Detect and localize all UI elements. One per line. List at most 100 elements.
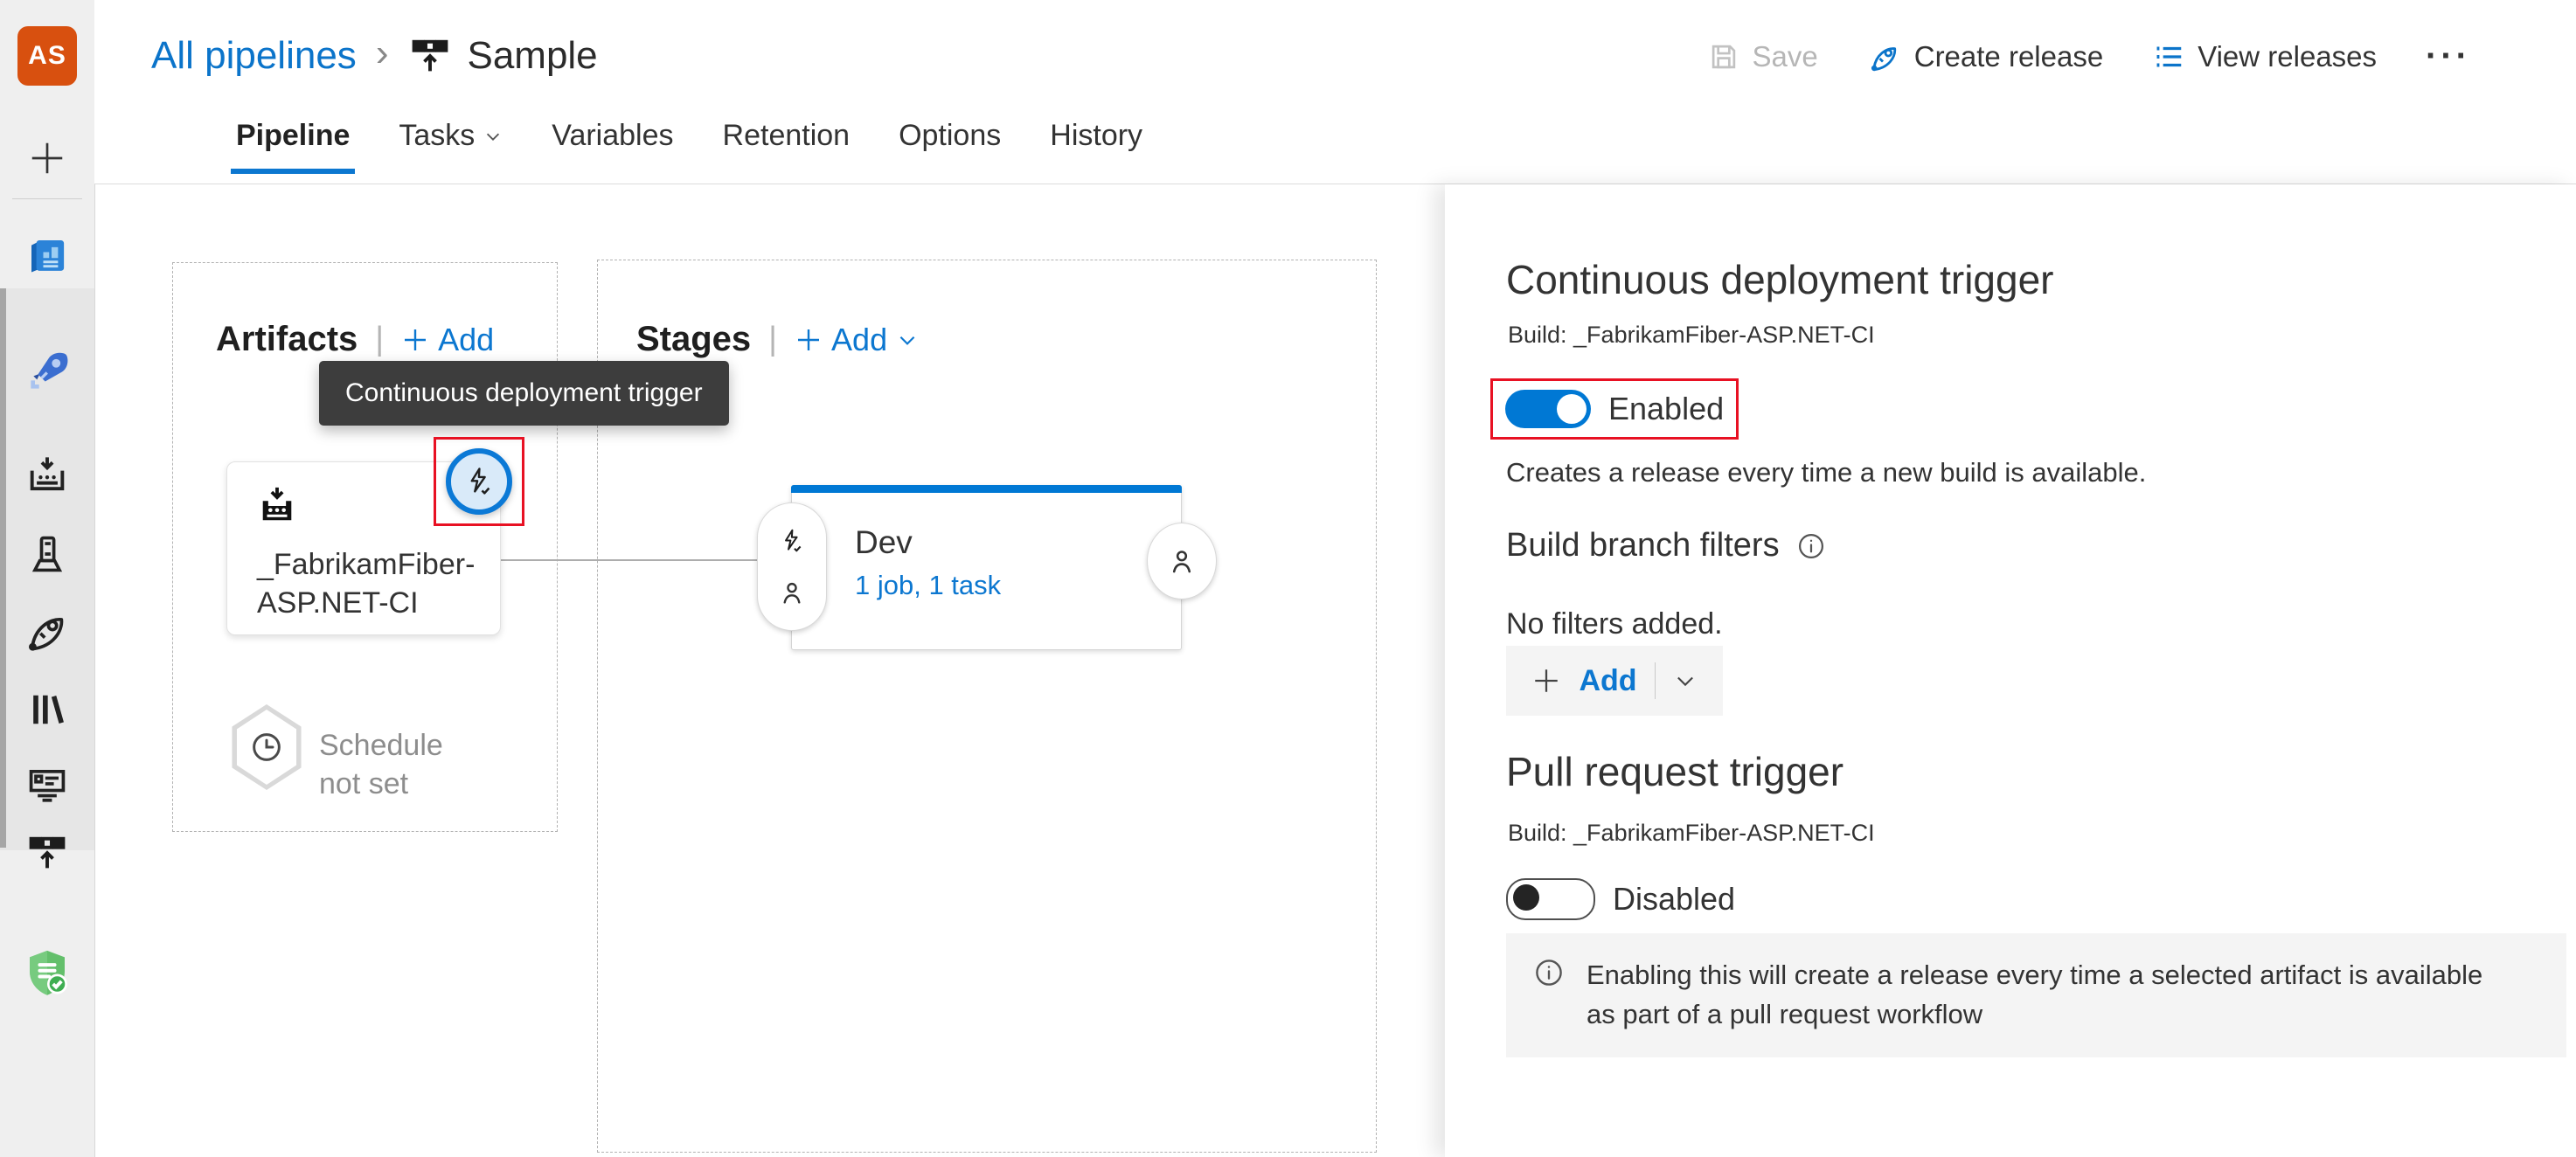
plus-icon bbox=[27, 138, 67, 178]
page-header: All pipelines › Sample Save Create relea… bbox=[94, 0, 2576, 184]
create-release-label: Create release bbox=[1913, 39, 2104, 73]
builds-icon bbox=[24, 453, 70, 498]
left-nav-rail: AS bbox=[0, 0, 95, 1157]
add-stage-button[interactable]: Add bbox=[795, 322, 919, 358]
pr-trigger-info-box: Enabling this will create a release ever… bbox=[1506, 933, 2566, 1057]
cd-trigger-highlight bbox=[434, 437, 524, 526]
tab-bar: Pipeline Tasks Variables Retention Optio… bbox=[230, 119, 1142, 174]
trigger-settings-panel: Continuous deployment trigger Build: _Fa… bbox=[1445, 184, 2576, 1157]
sidebar-item-task-groups[interactable] bbox=[0, 762, 94, 807]
pr-trigger-build: Build: _FabrikamFiber-ASP.NET-CI bbox=[1508, 820, 1875, 846]
chevron-down-icon bbox=[896, 329, 919, 351]
release-pipeline-editor: AS All pipelines › Sample Save Create re… bbox=[0, 0, 2576, 1157]
tab-history[interactable]: History bbox=[1050, 119, 1142, 174]
cd-toggle-highlight: Enabled bbox=[1490, 378, 1739, 440]
create-release-button[interactable]: Create release bbox=[1867, 39, 2103, 74]
toggle-knob bbox=[1557, 394, 1587, 424]
person-icon bbox=[778, 578, 806, 606]
cd-trigger-build: Build: _FabrikamFiber-ASP.NET-CI bbox=[1508, 322, 1875, 348]
info-icon[interactable] bbox=[1795, 530, 1827, 562]
pr-trigger-info-text: Enabling this will create a release ever… bbox=[1587, 960, 2483, 1029]
pipelines-rocket-icon bbox=[23, 348, 72, 397]
breadcrumb-separator: › bbox=[375, 31, 389, 74]
save-label: Save bbox=[1752, 39, 1818, 73]
toggle-knob bbox=[1513, 884, 1539, 911]
artifacts-title: Artifacts bbox=[216, 320, 358, 358]
artifacts-header: Artifacts | Add bbox=[216, 320, 494, 359]
sidebar-item-deployment-pools[interactable] bbox=[0, 531, 94, 577]
tab-pipeline[interactable]: Pipeline bbox=[230, 119, 356, 174]
schedule-label: Schedule not set bbox=[319, 729, 443, 801]
save-icon bbox=[1707, 40, 1740, 73]
clock-icon bbox=[248, 729, 285, 766]
stage-jobs-link[interactable]: 1 job, 1 task bbox=[855, 570, 1001, 601]
cd-trigger-toggle[interactable] bbox=[1505, 390, 1591, 428]
add-artifact-button[interactable]: Add bbox=[401, 322, 494, 358]
tab-options[interactable]: Options bbox=[899, 119, 1001, 174]
artifact-name: _FabrikamFiber-ASP.NET-CI bbox=[257, 548, 476, 620]
button-divider bbox=[1654, 662, 1656, 699]
breadcrumb: All pipelines › Sample bbox=[151, 31, 598, 80]
add-artifact-label: Add bbox=[438, 321, 495, 357]
overview-icon bbox=[24, 232, 71, 280]
task-groups-icon bbox=[24, 762, 70, 807]
view-releases-label: View releases bbox=[2198, 39, 2378, 73]
plus-icon bbox=[795, 326, 823, 354]
breadcrumb-all-pipelines-link[interactable]: All pipelines bbox=[151, 34, 357, 78]
tab-variables[interactable]: Variables bbox=[552, 119, 673, 174]
library-icon bbox=[24, 687, 70, 732]
cd-trigger-description: Creates a release every time a new build… bbox=[1506, 457, 2147, 488]
post-deployment-conditions[interactable] bbox=[1147, 523, 1217, 599]
pr-toggle-row: Disabled bbox=[1506, 878, 1735, 920]
deployment-groups-icon bbox=[24, 830, 70, 876]
page-title: Sample bbox=[467, 34, 598, 77]
list-icon bbox=[2152, 40, 2185, 73]
cd-toggle-label: Enabled bbox=[1608, 391, 1725, 426]
no-filters-text: No filters added. bbox=[1506, 607, 1723, 641]
build-branch-filters-header: Build branch filters bbox=[1506, 527, 1827, 565]
info-icon bbox=[1532, 956, 1566, 1035]
release-pipeline-icon bbox=[407, 33, 453, 79]
shield-check-icon bbox=[19, 946, 75, 1001]
pr-toggle-label: Disabled bbox=[1613, 881, 1736, 917]
plus-icon bbox=[401, 326, 429, 354]
divider: | bbox=[768, 321, 778, 357]
sidebar-item-deployment-groups[interactable] bbox=[0, 830, 94, 876]
sidebar-item-compliance[interactable] bbox=[0, 946, 94, 1001]
sidebar-item-pipelines[interactable] bbox=[0, 348, 94, 397]
chevron-down-icon[interactable] bbox=[1673, 669, 1698, 693]
add-project-button[interactable] bbox=[0, 138, 94, 178]
add-branch-filter-label: Add bbox=[1579, 663, 1637, 697]
person-icon bbox=[1167, 546, 1197, 576]
stages-header: Stages | Add bbox=[636, 320, 919, 359]
command-bar: Save Create release View releases ··· bbox=[1707, 37, 2471, 76]
tab-tasks[interactable]: Tasks bbox=[399, 119, 503, 174]
build-branch-filters-title: Build branch filters bbox=[1506, 527, 1780, 564]
pre-deployment-conditions[interactable] bbox=[757, 502, 827, 631]
stages-title: Stages bbox=[636, 320, 752, 358]
divider: | bbox=[375, 321, 385, 357]
build-artifact-icon bbox=[257, 485, 297, 525]
lightning-check-icon bbox=[778, 527, 806, 555]
sidebar-item-library[interactable] bbox=[0, 687, 94, 732]
plus-icon bbox=[1531, 666, 1561, 696]
pr-trigger-toggle[interactable] bbox=[1506, 878, 1595, 920]
more-actions-button[interactable]: ··· bbox=[2426, 37, 2471, 76]
stage-card-dev[interactable]: Dev 1 job, 1 task bbox=[791, 485, 1182, 650]
avatar[interactable]: AS bbox=[17, 26, 77, 86]
sidebar-item-releases[interactable] bbox=[0, 606, 94, 655]
releases-rocket-icon bbox=[23, 606, 72, 655]
chevron-down-icon bbox=[483, 127, 503, 146]
lightning-check-icon bbox=[462, 465, 496, 498]
cd-trigger-button[interactable] bbox=[446, 448, 512, 515]
view-releases-button[interactable]: View releases bbox=[2152, 40, 2377, 73]
save-button[interactable]: Save bbox=[1707, 40, 1818, 73]
sidebar-item-builds[interactable] bbox=[0, 453, 94, 498]
add-branch-filter-button[interactable]: Add bbox=[1506, 646, 1723, 716]
cd-trigger-title: Continuous deployment trigger bbox=[1506, 257, 2054, 302]
stage-name: Dev bbox=[855, 524, 913, 560]
sidebar-item-overview[interactable] bbox=[0, 232, 94, 280]
tab-retention[interactable]: Retention bbox=[723, 119, 851, 174]
pr-trigger-title: Pull request trigger bbox=[1506, 749, 1844, 794]
artifact-stage-connector bbox=[499, 559, 757, 561]
